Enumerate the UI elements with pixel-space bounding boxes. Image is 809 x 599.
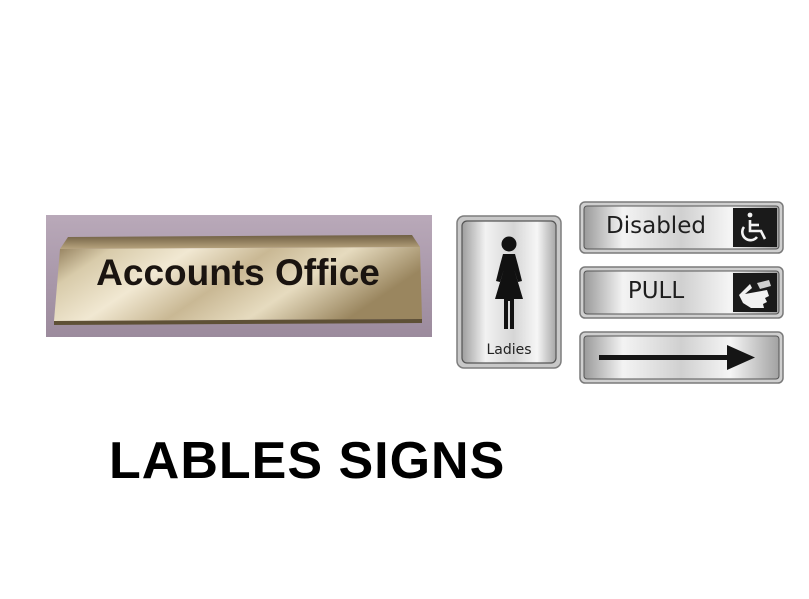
page-title: LABLES SIGNS xyxy=(109,432,506,490)
accounts-office-label: Accounts Office xyxy=(96,252,380,293)
pull-label: PULL xyxy=(627,278,685,304)
ladies-label: Ladies xyxy=(486,342,532,358)
disabled-label: Disabled xyxy=(606,213,706,239)
arrow-sign xyxy=(579,331,784,384)
